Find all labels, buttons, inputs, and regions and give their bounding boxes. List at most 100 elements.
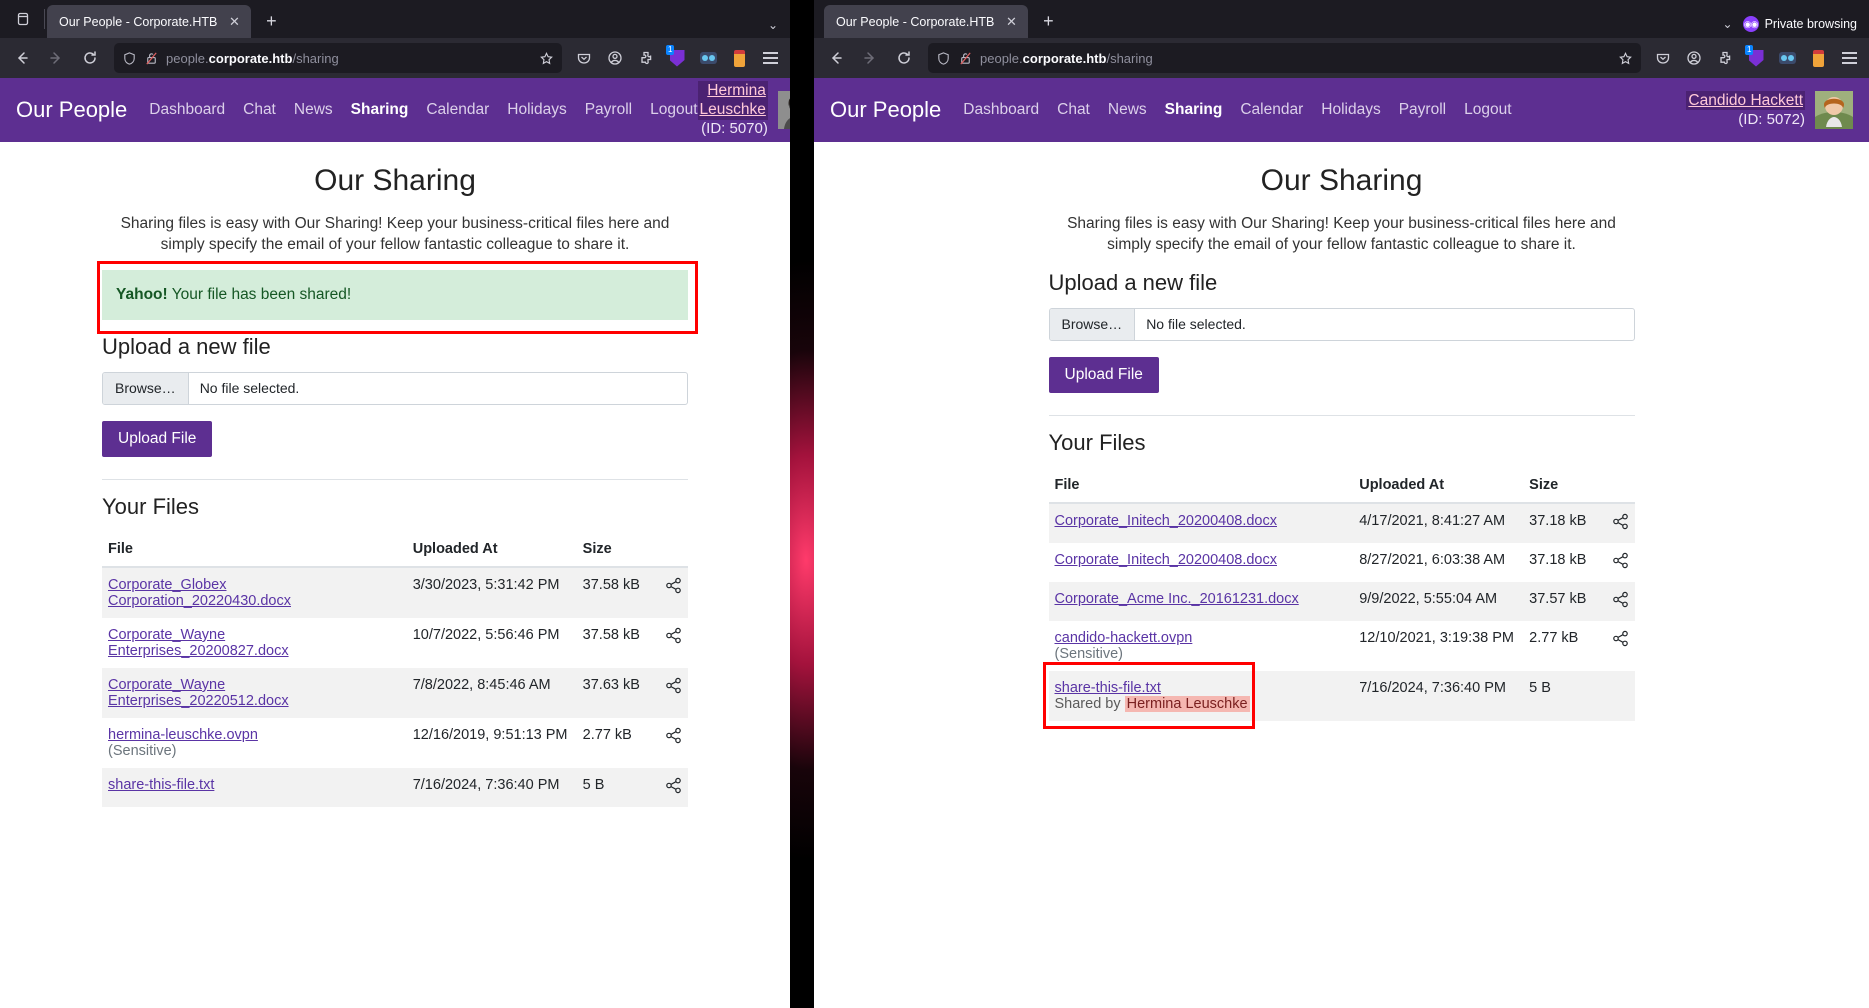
table-row: candido-hackett.ovpn (Sensitive) 12/10/2… <box>1049 621 1635 671</box>
shared-by-user: Hermina Leuschke <box>1124 695 1250 712</box>
table-row: Corporate_Wayne Enterprises_20220512.doc… <box>102 667 688 718</box>
account-icon[interactable] <box>601 44 629 72</box>
nav-item-dashboard[interactable]: Dashboard <box>149 101 225 119</box>
url-bar[interactable]: people.corporate.htb/sharing <box>114 43 562 73</box>
user-id: (ID: 5072) <box>1738 110 1805 128</box>
share-icon[interactable] <box>1612 591 1629 608</box>
bookmark-star-icon[interactable] <box>539 51 554 66</box>
file-link[interactable]: Corporate_Initech_20200408.docx <box>1055 552 1278 568</box>
avatar[interactable] <box>777 91 790 129</box>
browse-button[interactable]: Browse… <box>103 372 189 404</box>
share-icon[interactable] <box>665 727 682 744</box>
file-link[interactable]: Corporate_Globex Corporation_20220430.do… <box>108 577 291 609</box>
file-date: 9/9/2022, 5:55:04 AM <box>1359 590 1498 607</box>
share-icon[interactable] <box>665 677 682 694</box>
list-all-tabs-icon[interactable]: ⌄ <box>1723 17 1733 31</box>
file-link[interactable]: share-this-file.txt <box>1055 680 1161 696</box>
nav-item-sharing[interactable]: Sharing <box>351 101 409 119</box>
shared-by-label: Shared by Hermina Leuschke <box>1055 695 1348 712</box>
nav-item-payroll[interactable]: Payroll <box>1399 101 1446 119</box>
share-icon[interactable] <box>1612 552 1629 569</box>
reload-button[interactable] <box>888 43 920 73</box>
close-icon[interactable]: ✕ <box>225 13 243 31</box>
site-brand[interactable]: Our People <box>16 97 127 123</box>
nav-item-logout[interactable]: Logout <box>650 101 697 119</box>
reload-button[interactable] <box>74 43 106 73</box>
share-icon[interactable] <box>1612 513 1629 530</box>
save-to-pocket-icon[interactable] <box>570 44 598 72</box>
lock-broken-icon[interactable] <box>144 51 159 66</box>
user-name-link[interactable]: Candido Hackett <box>1686 90 1805 110</box>
app-menu-button[interactable] <box>1835 44 1863 72</box>
nav-toolbar-right: people.corporate.htb/sharing 1 <box>814 38 1869 78</box>
browser-tab[interactable]: Our People - Corporate.HTB ✕ <box>47 5 252 38</box>
upload-heading: Upload a new file <box>1048 269 1218 295</box>
upload-file-button[interactable]: Upload File <box>102 420 213 457</box>
extension-purple-icon[interactable]: 1 <box>1742 44 1770 72</box>
app-menu-button[interactable] <box>756 44 784 72</box>
extension-goggles-icon[interactable] <box>694 44 722 72</box>
avatar[interactable] <box>1815 91 1853 129</box>
back-button[interactable] <box>6 43 38 73</box>
save-to-pocket-icon[interactable] <box>1649 44 1677 72</box>
file-date: 10/7/2022, 5:56:46 PM <box>412 626 560 643</box>
browser-tab[interactable]: Our People - Corporate.HTB ✕ <box>824 5 1029 38</box>
user-id: (ID: 5070) <box>701 120 768 138</box>
forward-button[interactable] <box>40 43 72 73</box>
table-header-row: File Uploaded At Size <box>1048 467 1635 504</box>
page-viewport-right: Our People Dashboard Chat News Sharing C… <box>814 78 1869 1008</box>
nav-item-chat[interactable]: Chat <box>1057 101 1090 119</box>
close-icon[interactable]: ✕ <box>1002 13 1020 31</box>
url-bar[interactable]: people.corporate.htb/sharing <box>928 43 1641 73</box>
share-icon[interactable] <box>665 777 682 794</box>
shield-icon[interactable] <box>122 51 137 66</box>
file-link[interactable]: hermina-leuschke.ovpn <box>108 727 258 743</box>
file-note-sensitive: (Sensitive) <box>108 742 177 759</box>
extensions-icon[interactable] <box>1711 44 1739 72</box>
file-link[interactable]: Corporate_Wayne Enterprises_20200827.doc… <box>108 627 289 659</box>
share-icon[interactable] <box>1612 630 1629 647</box>
file-input-left[interactable]: Browse… No file selected. <box>102 371 688 405</box>
new-tab-button[interactable]: + <box>257 7 285 35</box>
share-icon[interactable] <box>665 577 682 594</box>
lock-broken-icon[interactable] <box>958 51 973 66</box>
nav-item-payroll[interactable]: Payroll <box>585 101 632 119</box>
page-title: Our Sharing <box>1260 164 1423 197</box>
page-lede: Sharing files is easy with Our Sharing! … <box>1067 215 1616 253</box>
shield-icon[interactable] <box>936 51 951 66</box>
share-icon[interactable] <box>665 627 682 644</box>
extension-bottle-icon[interactable] <box>1804 44 1832 72</box>
nav-item-chat[interactable]: Chat <box>243 101 276 119</box>
nav-item-news[interactable]: News <box>1108 101 1147 119</box>
extension-purple-icon[interactable]: 1 <box>663 44 691 72</box>
firefox-view-icon[interactable] <box>4 0 42 38</box>
file-link[interactable]: Corporate_Initech_20200408.docx <box>1055 513 1278 529</box>
user-name-link[interactable]: Hermina Leuschke <box>697 80 768 120</box>
file-link[interactable]: Corporate_Wayne Enterprises_20220512.doc… <box>108 677 289 709</box>
file-link[interactable]: Corporate_Acme Inc._20161231.docx <box>1055 591 1299 607</box>
extensions-icon[interactable] <box>632 44 660 72</box>
extension-bottle-icon[interactable] <box>725 44 753 72</box>
file-input-right[interactable]: Browse… No file selected. <box>1048 307 1635 341</box>
nav-item-calendar[interactable]: Calendar <box>1240 101 1303 119</box>
back-button[interactable] <box>820 43 852 73</box>
file-link[interactable]: candido-hackett.ovpn <box>1055 630 1193 646</box>
site-brand[interactable]: Our People <box>830 97 941 123</box>
account-icon[interactable] <box>1680 44 1708 72</box>
nav-item-news[interactable]: News <box>294 101 333 119</box>
bookmark-star-icon[interactable] <box>1618 51 1633 66</box>
files-table-left: File Uploaded At Size Corporate_Globex C… <box>102 531 688 807</box>
nav-item-holidays[interactable]: Holidays <box>1321 101 1380 119</box>
nav-item-holidays[interactable]: Holidays <box>507 101 566 119</box>
browse-button[interactable]: Browse… <box>1049 308 1136 340</box>
nav-item-sharing[interactable]: Sharing <box>1165 101 1223 119</box>
file-link[interactable]: share-this-file.txt <box>108 777 214 793</box>
forward-button[interactable] <box>854 43 886 73</box>
upload-file-button[interactable]: Upload File <box>1048 356 1159 393</box>
nav-item-calendar[interactable]: Calendar <box>426 101 489 119</box>
nav-item-dashboard[interactable]: Dashboard <box>963 101 1039 119</box>
new-tab-button[interactable]: + <box>1034 7 1062 35</box>
list-all-tabs-icon[interactable]: ⌄ <box>768 18 778 32</box>
extension-goggles-icon[interactable] <box>1773 44 1801 72</box>
nav-item-logout[interactable]: Logout <box>1464 101 1511 119</box>
